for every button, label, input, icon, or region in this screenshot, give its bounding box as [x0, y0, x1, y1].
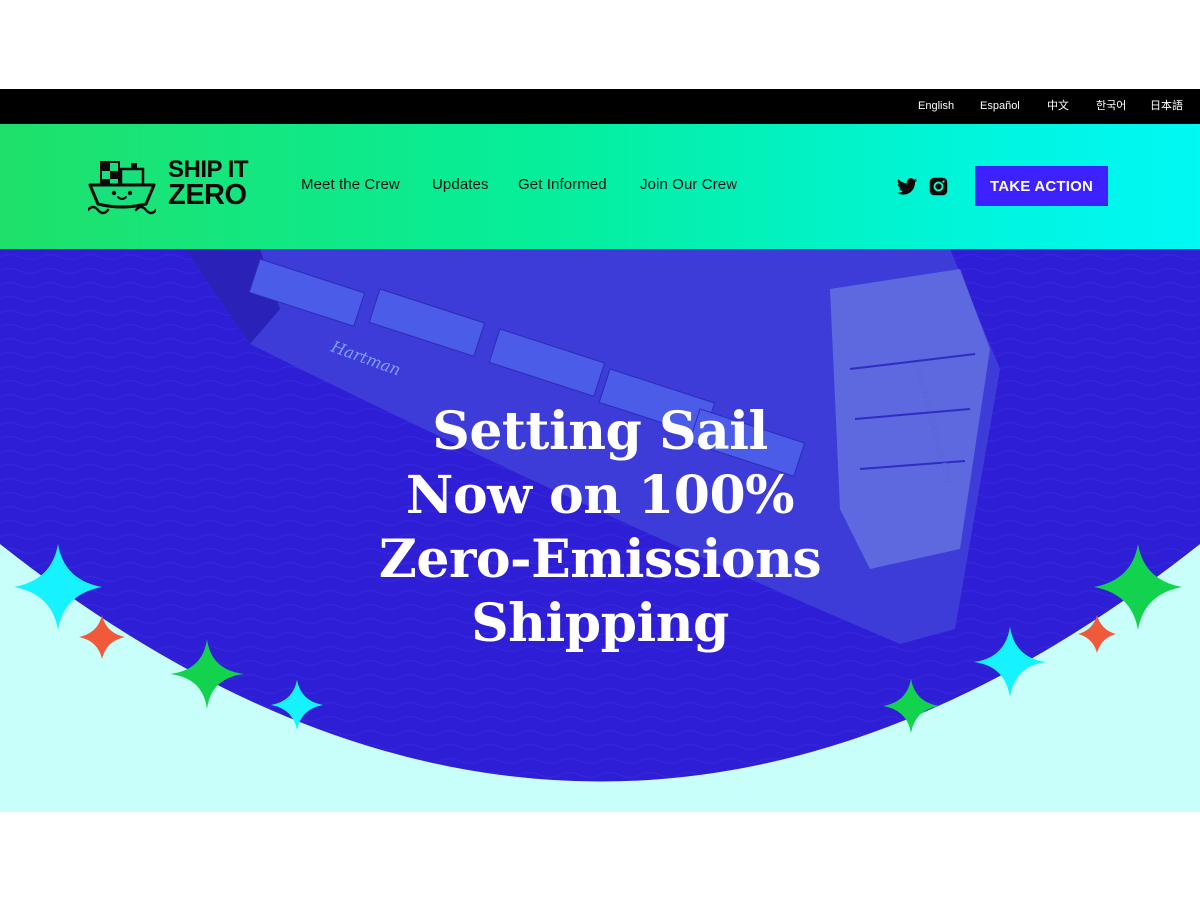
language-korean[interactable]: 한국어 [1096, 89, 1126, 124]
hero-title-line-1: Setting Sail [432, 400, 768, 462]
site-logo[interactable]: SHIP IT ZERO [86, 156, 258, 216]
take-action-button[interactable]: TAKE ACTION [975, 166, 1108, 206]
logo-line-2: ZERO [168, 179, 247, 211]
nav-meet-the-crew[interactable]: Meet the Crew [301, 176, 400, 193]
language-espanol[interactable]: Español [980, 89, 1020, 124]
twitter-icon[interactable] [896, 176, 918, 198]
site-header: SHIP IT ZERO Meet the Crew Updates Get I… [0, 124, 1200, 249]
logo-line-1: SHIP IT [168, 156, 249, 183]
nav-updates[interactable]: Updates [432, 176, 489, 193]
logo-wordmark: SHIP IT ZERO [168, 156, 249, 211]
nav-join-our-crew[interactable]: Join Our Crew [640, 176, 737, 193]
hero-title: Setting Sail Now on 100% Zero-Emissions … [250, 400, 950, 656]
instagram-icon[interactable] [928, 176, 950, 198]
nav-get-informed[interactable]: Get Informed [518, 176, 607, 193]
language-japanese[interactable]: 日本語 [1150, 89, 1183, 124]
hero-title-line-3: Zero-Emissions [378, 528, 822, 590]
language-english[interactable]: English [918, 89, 954, 124]
page: English Español 中文 한국어 日本語 SHIP IT ZERO … [0, 0, 1200, 900]
hero-section: Hartman HARTMAN SEATRADE.COM Setting Sai… [0, 249, 1200, 812]
language-chinese[interactable]: 中文 [1047, 89, 1069, 124]
hero-title-line-2: Now on 100% [405, 464, 795, 526]
hero-title-line-4: Shipping [471, 592, 729, 654]
language-bar: English Español 中文 한국어 日本語 [0, 89, 1200, 124]
ship-mascot-icon [86, 161, 158, 215]
